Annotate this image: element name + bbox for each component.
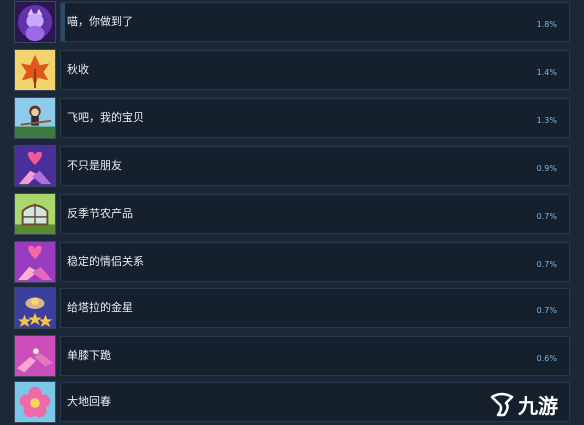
achievement-name: 稳定的情侣关系 (67, 255, 144, 268)
unlock-percent: 1.4% (536, 68, 557, 77)
achievement-progress-bar: 稳定的情侣关系 0.7% (60, 242, 570, 282)
flying-witch-icon (14, 97, 56, 139)
achievement-row[interactable]: 飞吧，我的宝贝 1.3% (0, 97, 584, 141)
unlock-percent: 0.6% (536, 354, 557, 363)
achievement-row[interactable]: 单膝下跪 0.6% (0, 335, 584, 379)
heart-hands-icon (14, 145, 56, 187)
achievement-progress-bar: 反季节农产品 0.7% (60, 194, 570, 234)
jiuyou-watermark-logo: 九游 (488, 389, 578, 421)
gold-stars-icon (14, 287, 56, 329)
achievement-progress-bar: 单膝下跪 0.6% (60, 336, 570, 376)
achievement-name: 喵，你做到了 (67, 15, 133, 28)
achievement-progress-bar: 不只是朋友 0.9% (60, 146, 570, 186)
purple-cat-icon (14, 1, 56, 43)
progress-fill (61, 3, 65, 41)
unlock-percent: 0.7% (536, 260, 557, 269)
achievement-progress-bar: 秋收 1.4% (60, 50, 570, 90)
achievement-name: 秋收 (67, 63, 89, 76)
achievement-progress-bar: 飞吧，我的宝贝 1.3% (60, 98, 570, 138)
autumn-leaf-icon (14, 49, 56, 91)
unlock-percent: 0.7% (536, 306, 557, 315)
unlock-percent: 1.3% (536, 116, 557, 125)
proposal-hands-icon (14, 335, 56, 377)
flower-icon (14, 381, 56, 423)
achievement-name: 飞吧，我的宝贝 (67, 111, 144, 124)
achievement-name: 不只是朋友 (67, 159, 122, 172)
unlock-percent: 0.7% (536, 212, 557, 221)
achievement-row[interactable]: 秋收 1.4% (0, 49, 584, 93)
achievement-row[interactable]: 不只是朋友 0.9% (0, 145, 584, 189)
achievement-row[interactable]: 反季节农产品 0.7% (0, 193, 584, 237)
achievement-row[interactable]: 稳定的情侣关系 0.7% (0, 241, 584, 285)
achievement-name: 反季节农产品 (67, 207, 133, 220)
watermark-text: 九游 (517, 394, 558, 418)
achievement-row[interactable]: 给塔拉的金星 0.7% (0, 287, 584, 331)
unlock-percent: 0.9% (536, 164, 557, 173)
achievement-row[interactable]: 喵，你做到了 1.8% (0, 1, 584, 45)
achievement-progress-bar: 喵，你做到了 1.8% (60, 2, 570, 42)
achievement-name: 大地回春 (67, 395, 111, 408)
greenhouse-icon (14, 193, 56, 235)
heart-hands-icon (14, 241, 56, 283)
achievement-name: 单膝下跪 (67, 349, 111, 362)
achievement-progress-bar: 给塔拉的金星 0.7% (60, 288, 570, 328)
unlock-percent: 1.8% (536, 20, 557, 29)
achievement-name: 给塔拉的金星 (67, 301, 133, 314)
